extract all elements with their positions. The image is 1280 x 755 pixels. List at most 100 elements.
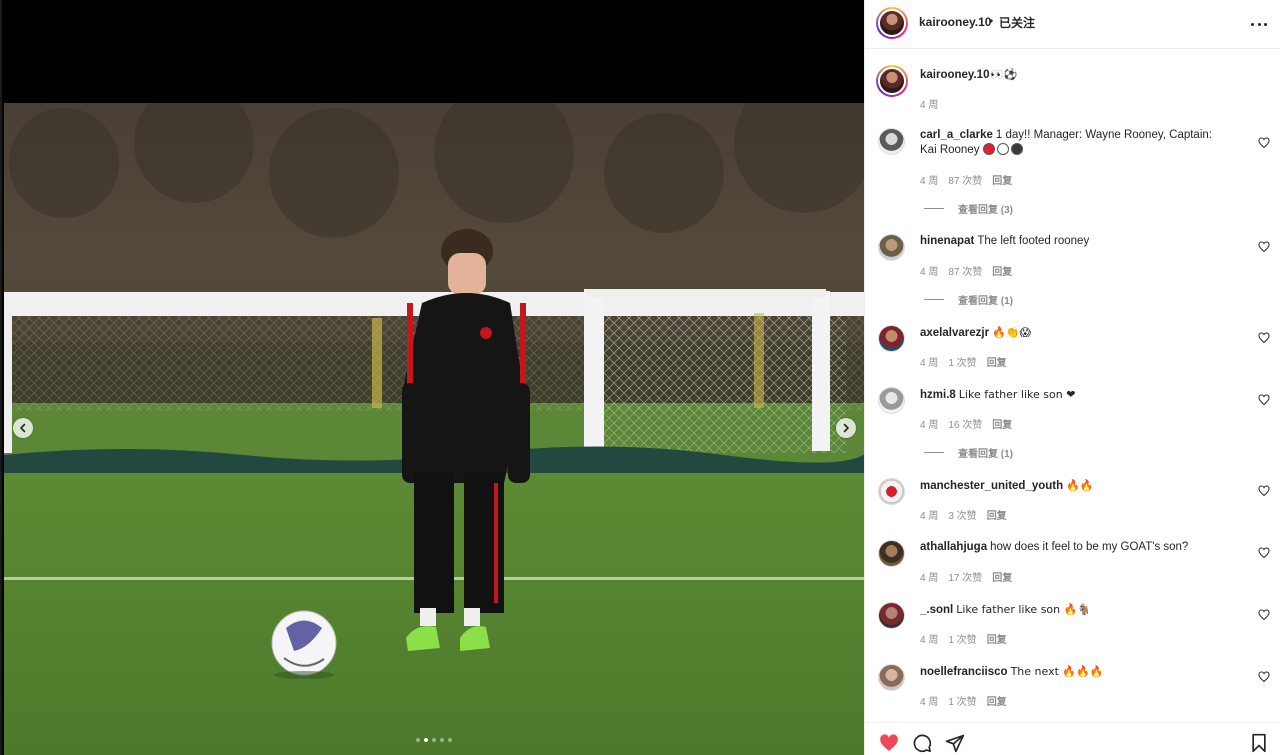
- caption-author-avatar[interactable]: [876, 65, 908, 97]
- comment-text: 🔥👏😱: [992, 326, 1031, 339]
- view-replies-button[interactable]: 查看回复 (1): [924, 445, 1013, 460]
- view-replies-button[interactable]: 查看回复 (3): [924, 201, 1013, 216]
- reply-button[interactable]: 回复: [992, 263, 1012, 278]
- share-icon[interactable]: [944, 733, 966, 753]
- comment-time[interactable]: 4 周: [920, 263, 938, 278]
- reply-button[interactable]: 回复: [987, 354, 1007, 369]
- more-options-button[interactable]: [1251, 16, 1267, 32]
- view-replies-label: 查看回复 (1): [958, 296, 1013, 307]
- comment-likes[interactable]: 1 次赞: [948, 631, 976, 646]
- commenter-avatar[interactable]: [878, 128, 905, 155]
- comment-likes[interactable]: 1 次赞: [948, 693, 976, 708]
- reply-button[interactable]: 回复: [992, 172, 1012, 187]
- reply-button[interactable]: 回复: [992, 416, 1012, 431]
- caption-timestamp[interactable]: 4 周: [920, 96, 938, 111]
- like-comment-heart-icon[interactable]: [1258, 609, 1270, 621]
- comment-text: 🔥🔥: [1066, 479, 1094, 492]
- commenter-username[interactable]: carl_a_clarke: [920, 129, 993, 141]
- post-header: kairooney.10 • 已关注: [865, 0, 1280, 49]
- replies-divider: [924, 452, 944, 453]
- comment-likes[interactable]: 3 次赞: [948, 507, 976, 522]
- commenter-avatar[interactable]: [878, 234, 905, 261]
- like-comment-heart-icon[interactable]: [1258, 394, 1270, 406]
- author-username[interactable]: kairooney.10: [919, 15, 991, 29]
- commenter-username[interactable]: noellefranciisco: [920, 666, 1008, 678]
- follow-status-button[interactable]: 已关注: [999, 14, 1035, 31]
- comment-text: The next 🔥🔥🔥: [1010, 665, 1104, 678]
- chevron-left-icon: [20, 423, 26, 433]
- comment-icon[interactable]: [911, 733, 933, 753]
- comments-list[interactable]: kairooney.10 👀⚽ 4 周 carl_a_clarke 1 day!!…: [865, 49, 1280, 720]
- comment-time[interactable]: 4 周: [920, 693, 938, 708]
- comment-meta: 4 周 1 次赞 回复: [920, 354, 1007, 369]
- comment-meta: 4 周 3 次赞 回复: [920, 507, 1007, 522]
- post-photo[interactable]: [4, 103, 864, 755]
- comment-body: noellefranciisco The next 🔥🔥🔥: [920, 664, 1220, 680]
- carousel-dot: [448, 738, 452, 742]
- comment-text: Like father like son 🔥🐐: [956, 603, 1092, 616]
- reply-button[interactable]: 回复: [987, 693, 1007, 708]
- view-replies-button[interactable]: 查看回复 (1): [924, 292, 1013, 307]
- reply-button[interactable]: 回复: [987, 507, 1007, 522]
- reply-button[interactable]: 回复: [992, 569, 1012, 584]
- bookmark-icon[interactable]: [1248, 733, 1270, 753]
- carousel-dot: [432, 738, 436, 742]
- comment-body: _.sonl Like father like son 🔥🐐: [920, 602, 1220, 618]
- like-comment-heart-icon[interactable]: [1258, 332, 1270, 344]
- white-circle-emoji: [996, 143, 1009, 155]
- comment-meta: 4 周 1 次赞 回复: [920, 631, 1007, 646]
- comment-likes[interactable]: 1 次赞: [948, 354, 976, 369]
- comment-likes[interactable]: 17 次赞: [948, 569, 982, 584]
- comment-time[interactable]: 4 周: [920, 631, 938, 646]
- caption-text: 👀⚽: [990, 68, 1018, 81]
- previous-slide-button[interactable]: [13, 418, 33, 438]
- like-comment-heart-icon[interactable]: [1258, 137, 1270, 149]
- comment-meta: 4 周 87 次赞 回复: [920, 172, 1012, 187]
- commenter-avatar[interactable]: [878, 387, 905, 414]
- commenter-avatar[interactable]: [878, 540, 905, 567]
- comment-time[interactable]: 4 周: [920, 569, 938, 584]
- comment-likes[interactable]: 87 次赞: [948, 172, 982, 187]
- commenter-avatar[interactable]: [878, 325, 905, 352]
- comment-meta: 4 周 17 次赞 回复: [920, 569, 1012, 584]
- heart-icon[interactable]: [878, 733, 900, 753]
- like-comment-heart-icon[interactable]: [1258, 241, 1270, 253]
- like-comment-heart-icon[interactable]: [1258, 485, 1270, 497]
- more-icon: [1251, 22, 1254, 26]
- like-comment-heart-icon[interactable]: [1258, 547, 1270, 559]
- comment-text: The left footed rooney: [977, 235, 1090, 247]
- author-avatar[interactable]: [876, 7, 908, 39]
- red-circle-emoji: [982, 143, 995, 155]
- instagram-post-viewer: kairooney.10 • 已关注 kairooney.10 👀⚽ 4 周 c…: [0, 0, 1280, 755]
- commenter-username[interactable]: axelalvarezjr: [920, 327, 989, 339]
- comment-body: axelalvarezjr 🔥👏😱: [920, 325, 1220, 341]
- post-action-bar: [865, 722, 1280, 755]
- carousel-dot: [440, 738, 444, 742]
- comment-meta: 4 周 1 次赞 回复: [920, 693, 1007, 708]
- comment-text: how does it feel to be my GOAT's son?: [990, 541, 1189, 553]
- comment-time[interactable]: 4 周: [920, 416, 938, 431]
- comment-time[interactable]: 4 周: [920, 172, 938, 187]
- comment-time[interactable]: 4 周: [920, 507, 938, 522]
- carousel-dot-active: [424, 738, 428, 742]
- commenter-username[interactable]: _.sonl: [920, 604, 953, 616]
- commenter-username[interactable]: manchester_united_youth: [920, 480, 1063, 492]
- commenter-avatar[interactable]: [878, 602, 905, 629]
- commenter-avatar[interactable]: [878, 664, 905, 691]
- comment-likes[interactable]: 16 次赞: [948, 416, 982, 431]
- commenter-avatar[interactable]: [878, 478, 905, 505]
- reply-button[interactable]: 回复: [987, 631, 1007, 646]
- comment-body: manchester_united_youth 🔥🔥: [920, 478, 1220, 494]
- caption-username[interactable]: kairooney.10: [920, 69, 989, 81]
- comment-time[interactable]: 4 周: [920, 354, 938, 369]
- commenter-username[interactable]: hinenapat: [920, 235, 974, 247]
- comment-likes[interactable]: 87 次赞: [948, 263, 982, 278]
- next-slide-button[interactable]: [836, 418, 856, 438]
- black-circle-emoji: [1010, 143, 1023, 155]
- commenter-username[interactable]: athallahjuga: [920, 541, 987, 553]
- chevron-right-icon: [843, 423, 849, 433]
- like-comment-heart-icon[interactable]: [1258, 671, 1270, 683]
- commenter-username[interactable]: hzmi.8: [920, 389, 956, 401]
- comment-text: Like father like son ❤: [958, 388, 1076, 401]
- view-replies-label: 查看回复 (3): [958, 205, 1013, 216]
